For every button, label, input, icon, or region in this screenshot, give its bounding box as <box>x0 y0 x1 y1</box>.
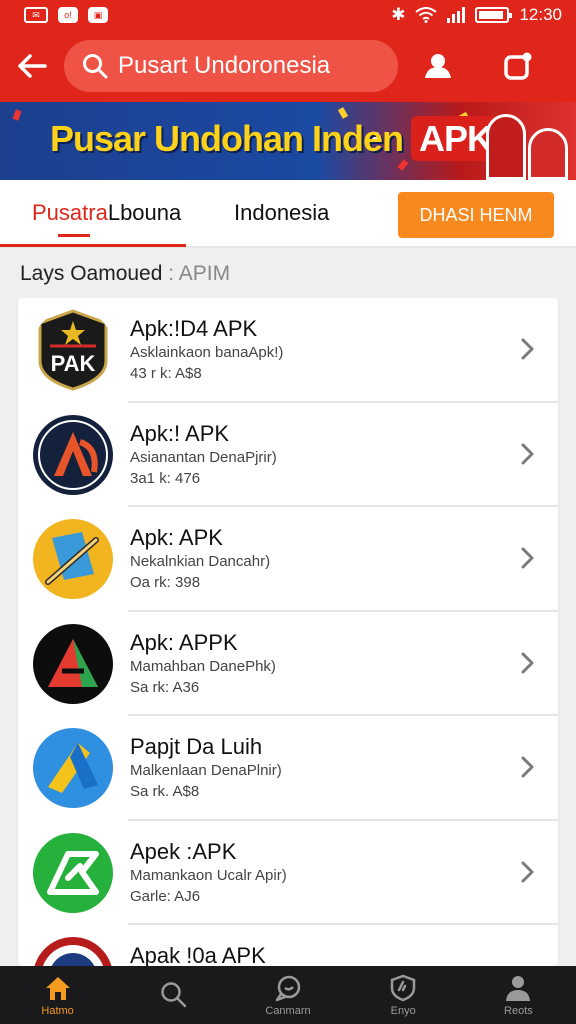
tab-pusatra[interactable]: PusatraLbouna <box>32 200 181 226</box>
blue-wedge-icon <box>32 727 114 809</box>
clock: 12:30 <box>519 5 562 24</box>
notification-icons: ✉ o! ▣ <box>24 7 108 23</box>
app-header: Pusart Undoronesia <box>0 30 576 102</box>
bluetooth-icon: ✱ <box>391 5 406 24</box>
search-icon <box>83 54 108 79</box>
app-subtitle: Asklainkaon banaApk!) <box>130 344 284 361</box>
wifi-icon <box>415 7 438 23</box>
battery-icon <box>475 7 513 23</box>
shield-icon <box>390 974 416 1001</box>
list-item[interactable]: PAK Apk:!D4 APK Asklainkaon banaApk!) 43… <box>18 298 558 403</box>
nav-profile[interactable]: Reots <box>461 966 576 1024</box>
tab-indicator <box>0 244 186 247</box>
section-title: Lays Oamoued : APIM <box>20 262 231 285</box>
chat-icon <box>275 975 301 1001</box>
app-meta: Sa rk. A$8 <box>130 783 200 800</box>
app-name: Apek :APK <box>130 838 237 864</box>
back-button[interactable] <box>0 30 64 102</box>
app-subtitle: Mamankaon Ucalr Apir) <box>130 866 287 884</box>
app-list: PAK Apk:!D4 APK Asklainkaon banaApk!) 43… <box>18 298 558 966</box>
app-meta: Oa rk: 398 <box>130 574 201 591</box>
a-wing-icon <box>32 414 114 496</box>
notification-bell-icon <box>504 52 532 80</box>
list-item[interactable]: Papjt Da Luih Malkenlaan DenaPlnir) Sa r… <box>18 716 558 821</box>
app-subtitle: Malkenlaan DenaPlnir) <box>130 762 282 779</box>
tab-indicator-accent <box>58 234 90 237</box>
list-item[interactable]: Apek :APK Mamankaon Ucalr Apir) Garle: A… <box>18 821 558 925</box>
chevron-right-icon <box>521 756 534 778</box>
app-name: Apk: APK <box>130 525 223 550</box>
person-icon <box>506 975 531 1001</box>
chevron-right-icon <box>521 861 534 882</box>
search-query: Pusart Undoronesia <box>118 52 331 79</box>
message-icon: ✉ <box>24 7 48 23</box>
cta-button[interactable]: DHASI HENM <box>398 192 554 238</box>
flag-hand-icon <box>32 518 114 600</box>
app-subtitle: Asianantan DenaPjrir) <box>130 448 277 466</box>
signal-icon <box>447 7 466 23</box>
status-bar: ✉ o! ▣ ✱ 12:30 <box>0 0 576 30</box>
app-name: Apk:!D4 APK <box>130 316 258 341</box>
svg-text:PAK: PAK <box>51 351 96 376</box>
promo-banner[interactable]: Pusar Undohan Inden APK <box>0 102 576 180</box>
user-icon <box>425 54 451 78</box>
chevron-right-icon <box>521 338 534 360</box>
app-name: Apak !0a APK <box>130 943 266 966</box>
chevron-right-icon <box>521 547 534 569</box>
pak-star-icon: PAK <box>32 309 114 391</box>
gallery-icon: ▣ <box>88 7 108 23</box>
list-item[interactable]: Apk: APK Nekalnkian Dancahr) Oa rk: 398 <box>18 507 558 612</box>
app-subtitle: Nekalnkian Dancahr) <box>130 553 271 570</box>
banner-title: Pusar Undohan Inden APK <box>50 116 501 161</box>
nav-chat[interactable]: Canmarn <box>230 966 345 1024</box>
list-item[interactable]: Apak !0a APK <box>18 925 558 966</box>
list-item[interactable]: Apk:! APK Asianantan DenaPjrir) 3a1 k: 4… <box>18 403 558 507</box>
app-meta: 43 r k: A$8 <box>130 365 202 382</box>
app-meta: 3a1 k: 476 <box>130 469 201 487</box>
app-name: Papjt Da Luih <box>130 734 263 759</box>
chevron-right-icon <box>521 443 534 464</box>
tab-indonesia[interactable]: Indonesia <box>234 200 329 226</box>
a-triangle-icon <box>32 623 114 705</box>
app-meta: Sa rk: A36 <box>130 678 200 696</box>
nav-home[interactable]: Hatmo <box>0 966 115 1024</box>
green-arrow-icon <box>32 832 114 914</box>
home-icon <box>45 976 70 1000</box>
arrow-left-icon <box>18 54 47 78</box>
app-notification-icon: o! <box>58 7 78 23</box>
nav-shield[interactable]: Enyo <box>346 966 461 1024</box>
red-emblem-icon <box>32 936 114 966</box>
app-name: Apk: APPK <box>130 629 238 655</box>
nav-search[interactable] <box>115 966 230 1024</box>
chevron-right-icon <box>521 652 534 673</box>
tab-bar: PusatraLbouna Indonesia DHASI HENM <box>0 180 576 248</box>
banner-figure-left <box>486 114 526 180</box>
notification-button[interactable] <box>478 30 558 102</box>
search-input[interactable]: Pusart Undoronesia <box>64 40 398 92</box>
list-item[interactable]: Apk: APPK Mamahban DanePhk) Sa rk: A36 <box>18 612 558 716</box>
banner-figure-right <box>528 128 568 180</box>
bottom-navigation: Hatmo Canmarn Enyo Reots <box>0 966 576 1024</box>
app-name: Apk:! APK <box>130 420 230 446</box>
app-subtitle: Mamahban DanePhk) <box>130 657 276 675</box>
search-icon <box>161 981 187 1007</box>
profile-button[interactable] <box>398 30 478 102</box>
app-meta: Garle: AJ6 <box>130 887 201 905</box>
